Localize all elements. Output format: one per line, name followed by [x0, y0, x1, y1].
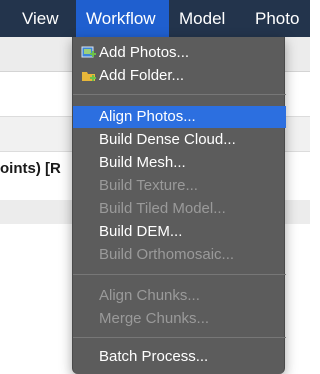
- menu-item-batch-process[interactable]: Batch Process...: [73, 346, 286, 368]
- menu-model[interactable]: Model: [169, 0, 245, 37]
- workflow-menu: Add Photos... Add Folder... Align Photos…: [72, 37, 286, 374]
- menu-item-label: Add Photos...: [99, 44, 190, 61]
- menu-separator: [73, 274, 286, 275]
- menu-bar: View Workflow Model Photo: [0, 0, 310, 37]
- menu-item-label: Add Folder...: [99, 67, 185, 84]
- add-folder-icon: [81, 68, 97, 84]
- menu-item-build-orthomosaic: Build Orthomosaic...: [99, 246, 235, 263]
- menu-photo[interactable]: Photo: [245, 0, 310, 37]
- menu-item-build-mesh[interactable]: Build Mesh...: [73, 152, 286, 174]
- menu-item-build-tiled-model: Build Tiled Model...: [99, 200, 226, 217]
- menu-separator: [73, 337, 286, 338]
- menu-item-add-photos[interactable]: Add Photos...: [73, 42, 286, 64]
- add-photos-icon: [81, 45, 97, 61]
- menu-item-align-photos[interactable]: Align Photos...: [73, 106, 286, 128]
- menu-item-build-dem[interactable]: Build DEM...: [73, 221, 286, 243]
- menu-item-align-chunks: Align Chunks...: [99, 287, 200, 304]
- menu-separator: [73, 94, 286, 95]
- menu-item-merge-chunks: Merge Chunks...: [99, 310, 210, 327]
- menu-item-build-dense-cloud[interactable]: Build Dense Cloud...: [73, 129, 286, 151]
- menu-item-build-texture: Build Texture...: [99, 177, 198, 194]
- workspace-partial-text: oints) [R: [0, 160, 61, 177]
- menu-item-add-folder[interactable]: Add Folder...: [73, 65, 286, 87]
- menu-workflow[interactable]: Workflow: [76, 0, 169, 37]
- menu-view[interactable]: View: [0, 0, 76, 37]
